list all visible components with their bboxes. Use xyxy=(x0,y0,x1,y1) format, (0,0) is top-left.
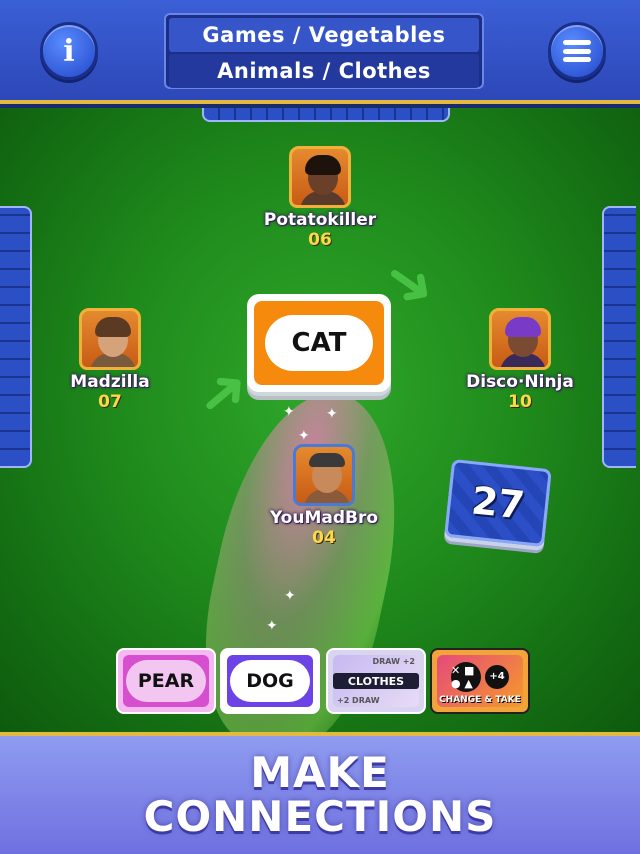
plus-four-badge: +4 xyxy=(485,664,509,689)
player-card-count: 07 xyxy=(98,392,122,412)
hand-card-draw-two[interactable]: DRAW +2 CLOTHES +2 DRAW xyxy=(326,648,426,714)
card-category: CLOTHES xyxy=(333,673,419,689)
avatar xyxy=(289,146,351,208)
sparkle-icon: ✦ xyxy=(284,588,296,604)
player-name: Madzilla xyxy=(70,372,150,392)
draw-pile-count: 27 xyxy=(469,478,527,528)
avatar xyxy=(489,308,551,370)
shapes-icon: ✕ ■ ● ▲ xyxy=(451,661,481,692)
banner-line-2: CONNECTIONS xyxy=(143,792,497,841)
opponent-left-hand xyxy=(0,206,32,468)
hand-card-change-and-take[interactable]: ✕ ■ ● ▲ +4 CHANGE & TAKE xyxy=(430,648,530,714)
card-word: PEAR xyxy=(126,660,206,702)
avatar xyxy=(293,444,355,506)
sparkle-icon: ✦ xyxy=(266,618,278,634)
card-label: CHANGE & TAKE xyxy=(439,694,521,705)
player-top: Potatokiller 06 xyxy=(250,146,390,250)
category-panel: Games / Vegetables Animals / Clothes xyxy=(164,13,484,89)
opponent-top-hand xyxy=(202,108,450,122)
hand-card-pear[interactable]: PEAR xyxy=(116,648,216,714)
sparkle-icon: ✦ xyxy=(326,406,338,422)
player-self: YouMadBro 04 xyxy=(254,444,394,548)
category-line-bottom: Animals / Clothes xyxy=(169,54,479,88)
banner-line-1: MAKE xyxy=(250,748,390,797)
card-corner-label: DRAW +2 xyxy=(372,657,415,666)
sparkle-icon: ✦ xyxy=(283,404,295,420)
hamburger-menu-icon xyxy=(563,40,591,62)
player-name: YouMadBro xyxy=(269,508,379,528)
player-card-count: 06 xyxy=(308,230,332,250)
player-right: Disco·Ninja 10 xyxy=(450,308,590,412)
draw-pile[interactable]: 27 xyxy=(444,458,552,548)
promo-banner: MAKE CONNECTIONS xyxy=(0,732,640,854)
player-card-count: 10 xyxy=(508,392,532,412)
info-icon: i xyxy=(63,33,75,69)
hand-card-dog[interactable]: DOG xyxy=(220,648,320,714)
discard-pile-card: CAT xyxy=(247,294,391,392)
top-bar: i Games / Vegetables Animals / Clothes xyxy=(0,0,640,104)
avatar xyxy=(79,308,141,370)
opponent-right-hand xyxy=(602,206,636,468)
card-word: DOG xyxy=(230,660,310,702)
player-card-count: 04 xyxy=(312,528,336,548)
player-left: Madzilla 07 xyxy=(40,308,180,412)
sparkle-icon: ✦ xyxy=(298,428,310,444)
discard-card-word: CAT xyxy=(265,315,373,371)
category-line-top: Games / Vegetables xyxy=(169,18,479,52)
menu-button[interactable] xyxy=(548,22,606,80)
player-name: Disco·Ninja xyxy=(466,372,574,392)
player-name: Potatokiller xyxy=(263,210,377,230)
card-corner-label: +2 DRAW xyxy=(337,696,380,705)
game-table: ➜ ➜ ✦ ✦ ✦ ✦ ✦ Potatokiller 06 Madzilla 0… xyxy=(0,108,640,732)
info-button[interactable]: i xyxy=(40,22,98,80)
